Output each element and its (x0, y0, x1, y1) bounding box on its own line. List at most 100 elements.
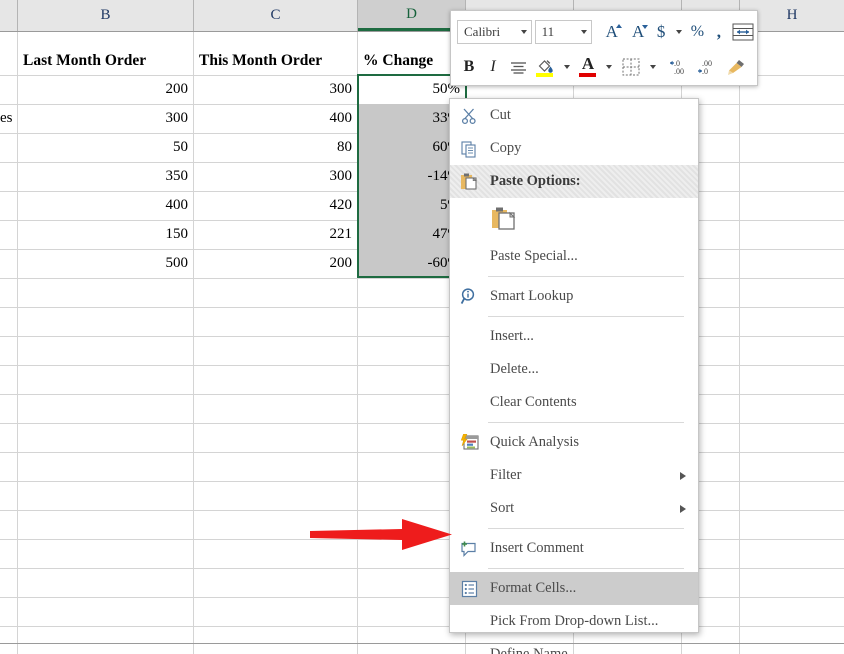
cell-c-6[interactable]: 221 (194, 220, 357, 249)
context-menu-label-pick-from-dropdown-list: Pick From Drop-down List... (490, 613, 659, 629)
fill-color-button[interactable] (531, 54, 559, 80)
column-header-c[interactable]: C (194, 0, 358, 31)
font-name-combo[interactable]: Calibri (457, 20, 532, 44)
excel-worksheet-screen: B C D H es Last Month Order This Month O… (0, 0, 844, 654)
svg-text:.0: .0 (702, 67, 708, 76)
context-menu-separator (488, 568, 684, 569)
comma-icon: , (716, 22, 721, 41)
cell-c-4[interactable]: 300 (194, 162, 357, 191)
paste-options-gallery[interactable] (450, 198, 698, 240)
context-menu-label-copy: Copy (490, 140, 522, 156)
increase-decimal-button[interactable]: .00 .0 (693, 54, 721, 80)
mini-toolbar-row-2: B I A .0 .00 .00 .0 (451, 51, 757, 83)
accounting-format-dropdown[interactable] (671, 19, 687, 45)
context-menu-item-pick-from-dropdown-list[interactable]: Pick From Drop-down List... (450, 605, 698, 638)
font-color-letter: A (581, 54, 595, 73)
context-menu-label-paste-special: Paste Special... (490, 248, 578, 264)
decrease-font-size-button[interactable]: A (625, 19, 651, 45)
cell-b-1[interactable]: 200 (18, 75, 193, 104)
center-align-button[interactable] (505, 54, 531, 80)
context-menu-label-quick-analysis: Quick Analysis (490, 434, 580, 450)
scissors-icon (458, 105, 480, 127)
borders-icon (622, 58, 640, 76)
fill-color-dropdown[interactable] (559, 54, 575, 80)
cell-c-7[interactable]: 200 (194, 249, 357, 278)
bold-button[interactable]: B (457, 54, 481, 80)
spreadsheet-grid[interactable]: B C D H es Last Month Order This Month O… (0, 0, 844, 654)
percent-style-button[interactable]: % (687, 19, 709, 45)
column-header-b[interactable]: B (18, 0, 194, 31)
mini-toolbar-row-1: Calibri 11 A A $ % , (451, 15, 757, 49)
context-menu-separator (488, 528, 684, 529)
font-color-swatch (579, 73, 596, 77)
context-menu-item-clear-contents[interactable]: Clear Contents (450, 386, 698, 419)
context-menu-label-format-cells: Format Cells... (490, 580, 577, 596)
context-menu-item-cut[interactable]: Cut (450, 99, 698, 132)
copy-icon (458, 138, 480, 160)
context-menu-item-smart-lookup[interactable]: Smart Lookup (450, 280, 698, 313)
cell-c-5[interactable]: 420 (194, 191, 357, 220)
context-menu-item-format-cells[interactable]: Format Cells... (450, 572, 698, 605)
comma-style-button[interactable]: , (708, 19, 730, 45)
cell-d-header[interactable]: % Change (358, 46, 465, 75)
context-menu-item-delete[interactable]: Delete... (450, 353, 698, 386)
decrease-decimal-icon: .0 .00 (667, 57, 691, 77)
center-align-icon (510, 61, 527, 74)
context-menu-item-filter[interactable]: Filter (450, 459, 698, 492)
format-painter-button[interactable] (721, 54, 751, 80)
context-menu[interactable]: Cut Copy Paste Options: Paste Special...… (449, 98, 699, 654)
font-color-button[interactable]: A (575, 54, 601, 80)
chevron-down-icon (675, 30, 682, 34)
gridline-h (0, 307, 844, 308)
increase-font-size-button[interactable]: A (599, 19, 625, 45)
merge-and-center-button[interactable] (730, 19, 757, 45)
context-menu-item-quick-analysis[interactable]: Quick Analysis (450, 426, 698, 459)
cell-c-header[interactable]: This Month Order (194, 46, 357, 75)
context-menu-item-insert-comment[interactable]: Insert Comment (450, 532, 698, 565)
cell-b-4[interactable]: 350 (18, 162, 193, 191)
gridline-v (739, 32, 740, 654)
cell-b-header[interactable]: Last Month Order (18, 46, 193, 75)
context-menu-label-clear-contents: Clear Contents (490, 394, 577, 410)
context-menu-item-define-name[interactable]: Define Name... (450, 638, 698, 654)
cell-b-7[interactable]: 500 (18, 249, 193, 278)
context-menu-label-paste-options: Paste Options: (490, 173, 581, 189)
column-header-corner[interactable] (0, 0, 18, 31)
chevron-right-icon (680, 504, 686, 513)
red-arrow-annotation (306, 518, 456, 552)
font-color-dropdown[interactable] (601, 54, 617, 80)
italic-button[interactable]: I (481, 54, 505, 80)
cell-c-1[interactable]: 300 (194, 75, 357, 104)
cell-c-2[interactable]: 400 (194, 104, 357, 133)
gridline-h (0, 510, 844, 511)
cell-b-3[interactable]: 50 (18, 133, 193, 162)
chevron-down-icon (650, 65, 656, 69)
gridline-h (0, 626, 844, 627)
font-size-combo[interactable]: 11 (534, 20, 592, 44)
context-menu-separator (488, 276, 684, 277)
context-menu-item-insert[interactable]: Insert... (450, 320, 698, 353)
context-menu-item-sort[interactable]: Sort (450, 492, 698, 525)
accounting-format-button[interactable]: $ (651, 19, 671, 45)
gridline-h (0, 481, 844, 482)
paste-icon[interactable] (490, 205, 518, 233)
caret-up-icon (615, 24, 622, 28)
cell-a-partial-text[interactable]: es (0, 104, 17, 133)
context-menu-item-paste-special[interactable]: Paste Special... (450, 240, 698, 273)
context-menu-item-copy[interactable]: Copy (450, 132, 698, 165)
context-menu-label-define-name: Define Name... (490, 646, 579, 654)
svg-text:.00: .00 (674, 67, 684, 76)
mini-format-toolbar[interactable]: Calibri 11 A A $ % , B I A .0 .00 .00 .0 (450, 10, 758, 86)
cell-b-2[interactable]: 300 (18, 104, 193, 133)
decrease-decimal-button[interactable]: .0 .00 (665, 54, 693, 80)
chevron-down-icon (580, 30, 587, 34)
cell-b-5[interactable]: 400 (18, 191, 193, 220)
cell-b-6[interactable]: 150 (18, 220, 193, 249)
context-menu-label-delete: Delete... (490, 361, 539, 377)
grid-body[interactable]: es Last Month Order This Month Order % C… (0, 32, 844, 654)
smart-lookup-icon (458, 286, 480, 308)
context-menu-label-insert: Insert... (490, 328, 534, 344)
borders-dropdown[interactable] (645, 54, 661, 80)
cell-c-3[interactable]: 80 (194, 133, 357, 162)
borders-button[interactable] (617, 54, 645, 80)
